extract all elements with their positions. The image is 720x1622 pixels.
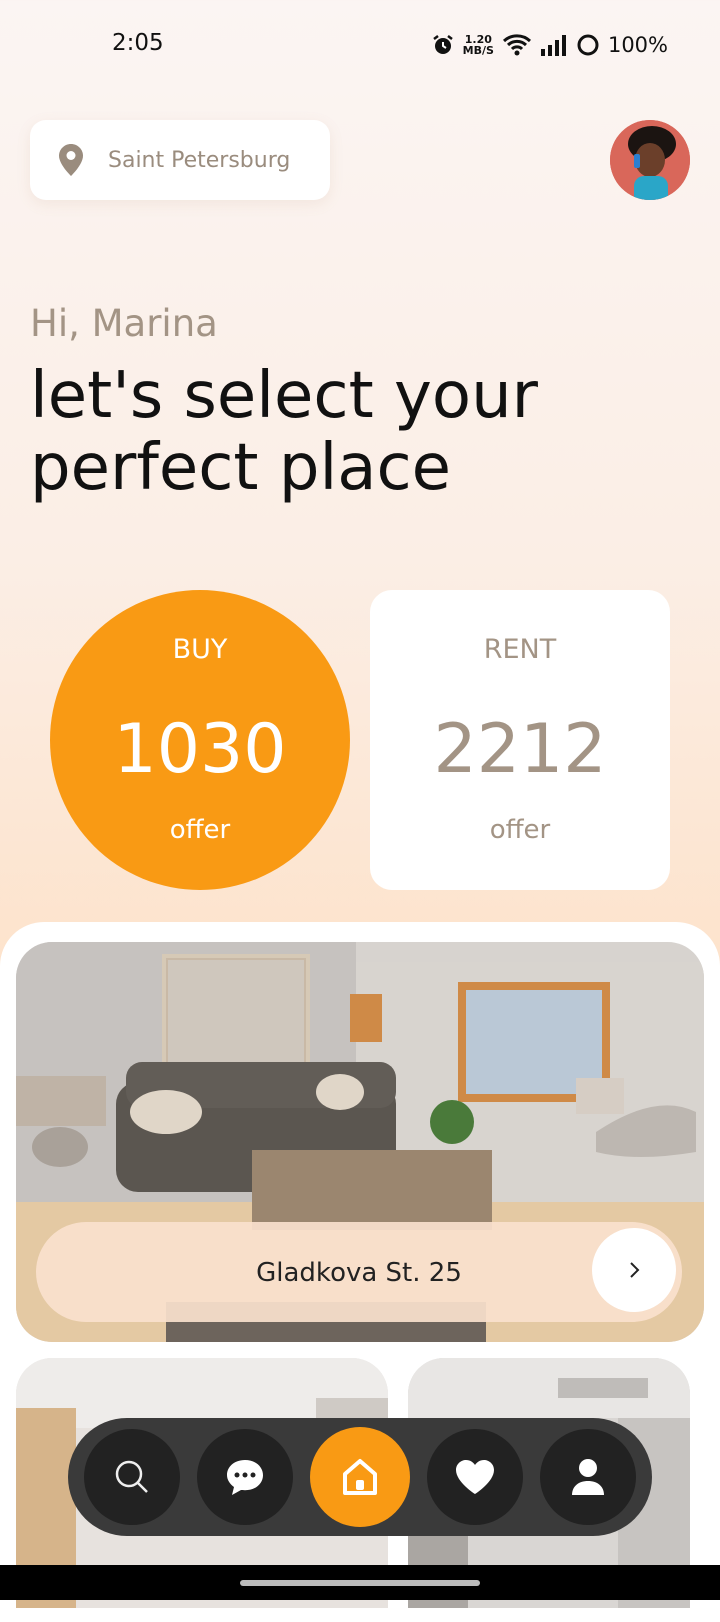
buy-offer-card[interactable]: BUY 1030 offer xyxy=(50,590,350,890)
search-icon xyxy=(115,1460,148,1493)
battery-level: 100% xyxy=(607,33,668,57)
location-selector[interactable]: Saint Petersburg xyxy=(30,120,330,200)
buy-sub: offer xyxy=(169,815,231,845)
heart-icon xyxy=(456,1460,494,1494)
nav-favorites-button[interactable] xyxy=(427,1429,523,1525)
rent-sub: offer xyxy=(489,815,551,845)
home-icon xyxy=(343,1459,377,1495)
rent-label: RENT xyxy=(483,634,557,665)
open-listing-button[interactable] xyxy=(592,1228,676,1312)
alarm-icon xyxy=(432,35,453,54)
chevron-right-icon xyxy=(630,1262,640,1278)
battery-icon xyxy=(577,34,599,56)
user-icon xyxy=(572,1459,604,1495)
network-speed: 1.20 MB/S xyxy=(462,33,494,57)
profile-photo xyxy=(610,120,690,200)
avatar[interactable] xyxy=(610,120,690,200)
greeting-name: Hi, Marina xyxy=(30,302,218,345)
location-label: Saint Petersburg xyxy=(108,147,291,173)
signal-icon xyxy=(540,35,566,56)
buy-count: 1030 xyxy=(113,710,287,789)
location-pin-icon xyxy=(59,144,83,176)
status-time: 2:05 xyxy=(112,30,164,56)
buy-label: BUY xyxy=(172,634,228,665)
nav-home-button[interactable] xyxy=(310,1427,410,1527)
chat-icon xyxy=(227,1460,263,1495)
rent-offer-card[interactable]: RENT 2212 offer xyxy=(370,590,670,890)
rent-count: 2212 xyxy=(433,710,607,789)
status-bar: 2:05 1.20 MB/S 100% xyxy=(0,0,720,90)
wifi-icon xyxy=(502,34,531,56)
nav-chat-button[interactable] xyxy=(197,1429,293,1525)
nav-profile-button[interactable] xyxy=(540,1429,636,1525)
status-icons: 1.20 MB/S 100% xyxy=(431,30,668,60)
nav-search-button[interactable] xyxy=(84,1429,180,1525)
home-gesture-handle[interactable] xyxy=(240,1580,480,1586)
bottom-nav xyxy=(68,1418,652,1536)
listing-address: Gladkova St. 25 xyxy=(256,1258,462,1288)
page-title: let's select your perfect place xyxy=(30,359,538,505)
